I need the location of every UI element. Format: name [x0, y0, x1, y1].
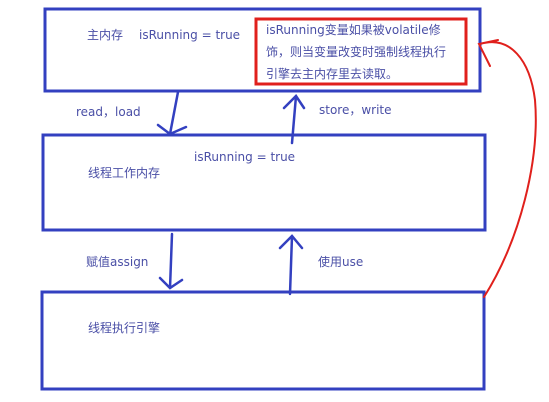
main-memory-value: isRunning = true: [139, 28, 241, 42]
note-line: isRunning变量如果被volatile修: [266, 23, 441, 37]
assign-label: 赋值assign: [86, 255, 149, 269]
volatile-refresh-arrow: [477, 39, 537, 298]
diagram: 主内存 isRunning = true isRunning变量如果被volat…: [0, 0, 549, 402]
assign-arrow: [158, 232, 184, 290]
note-line: 饰，则当变量改变时强制线程执行: [266, 45, 447, 59]
working-memory-value: isRunning = true: [194, 150, 296, 164]
engine-label: 线程执行引擎: [88, 321, 161, 335]
engine-box: [40, 290, 486, 391]
main-memory-label: 主内存: [87, 28, 124, 42]
read-load-label: read，load: [76, 105, 141, 119]
read-load-arrow: [156, 90, 188, 136]
store-write-label: store，write: [319, 103, 392, 117]
use-label: 使用use: [318, 255, 364, 269]
note-line: 引擎去主内存里去读取。: [266, 67, 399, 81]
working-memory-label: 线程工作内存: [88, 166, 161, 180]
volatile-note: isRunning变量如果被volatile修 饰，则当变量改变时强制线程执行 …: [266, 19, 466, 85]
use-arrow: [278, 234, 304, 296]
